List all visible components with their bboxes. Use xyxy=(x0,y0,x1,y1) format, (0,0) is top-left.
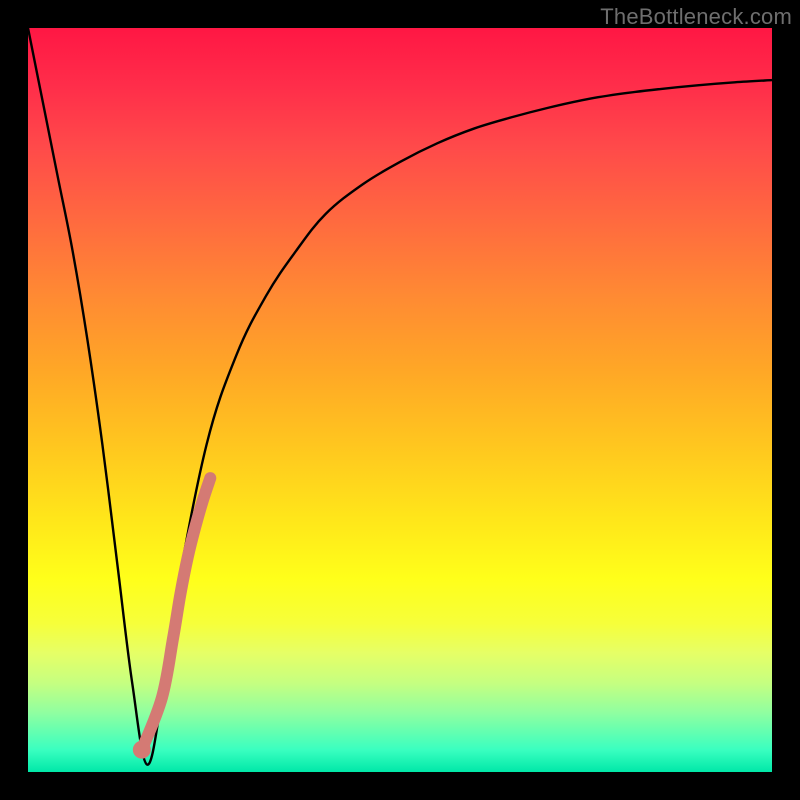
plot-area xyxy=(28,28,772,772)
watermark-label: TheBottleneck.com xyxy=(600,4,792,30)
optimal-point-marker xyxy=(133,741,151,759)
bottleneck-curve-path xyxy=(28,28,772,765)
chart-frame: TheBottleneck.com xyxy=(0,0,800,800)
highlight-segment-path xyxy=(142,478,210,750)
chart-svg xyxy=(28,28,772,772)
